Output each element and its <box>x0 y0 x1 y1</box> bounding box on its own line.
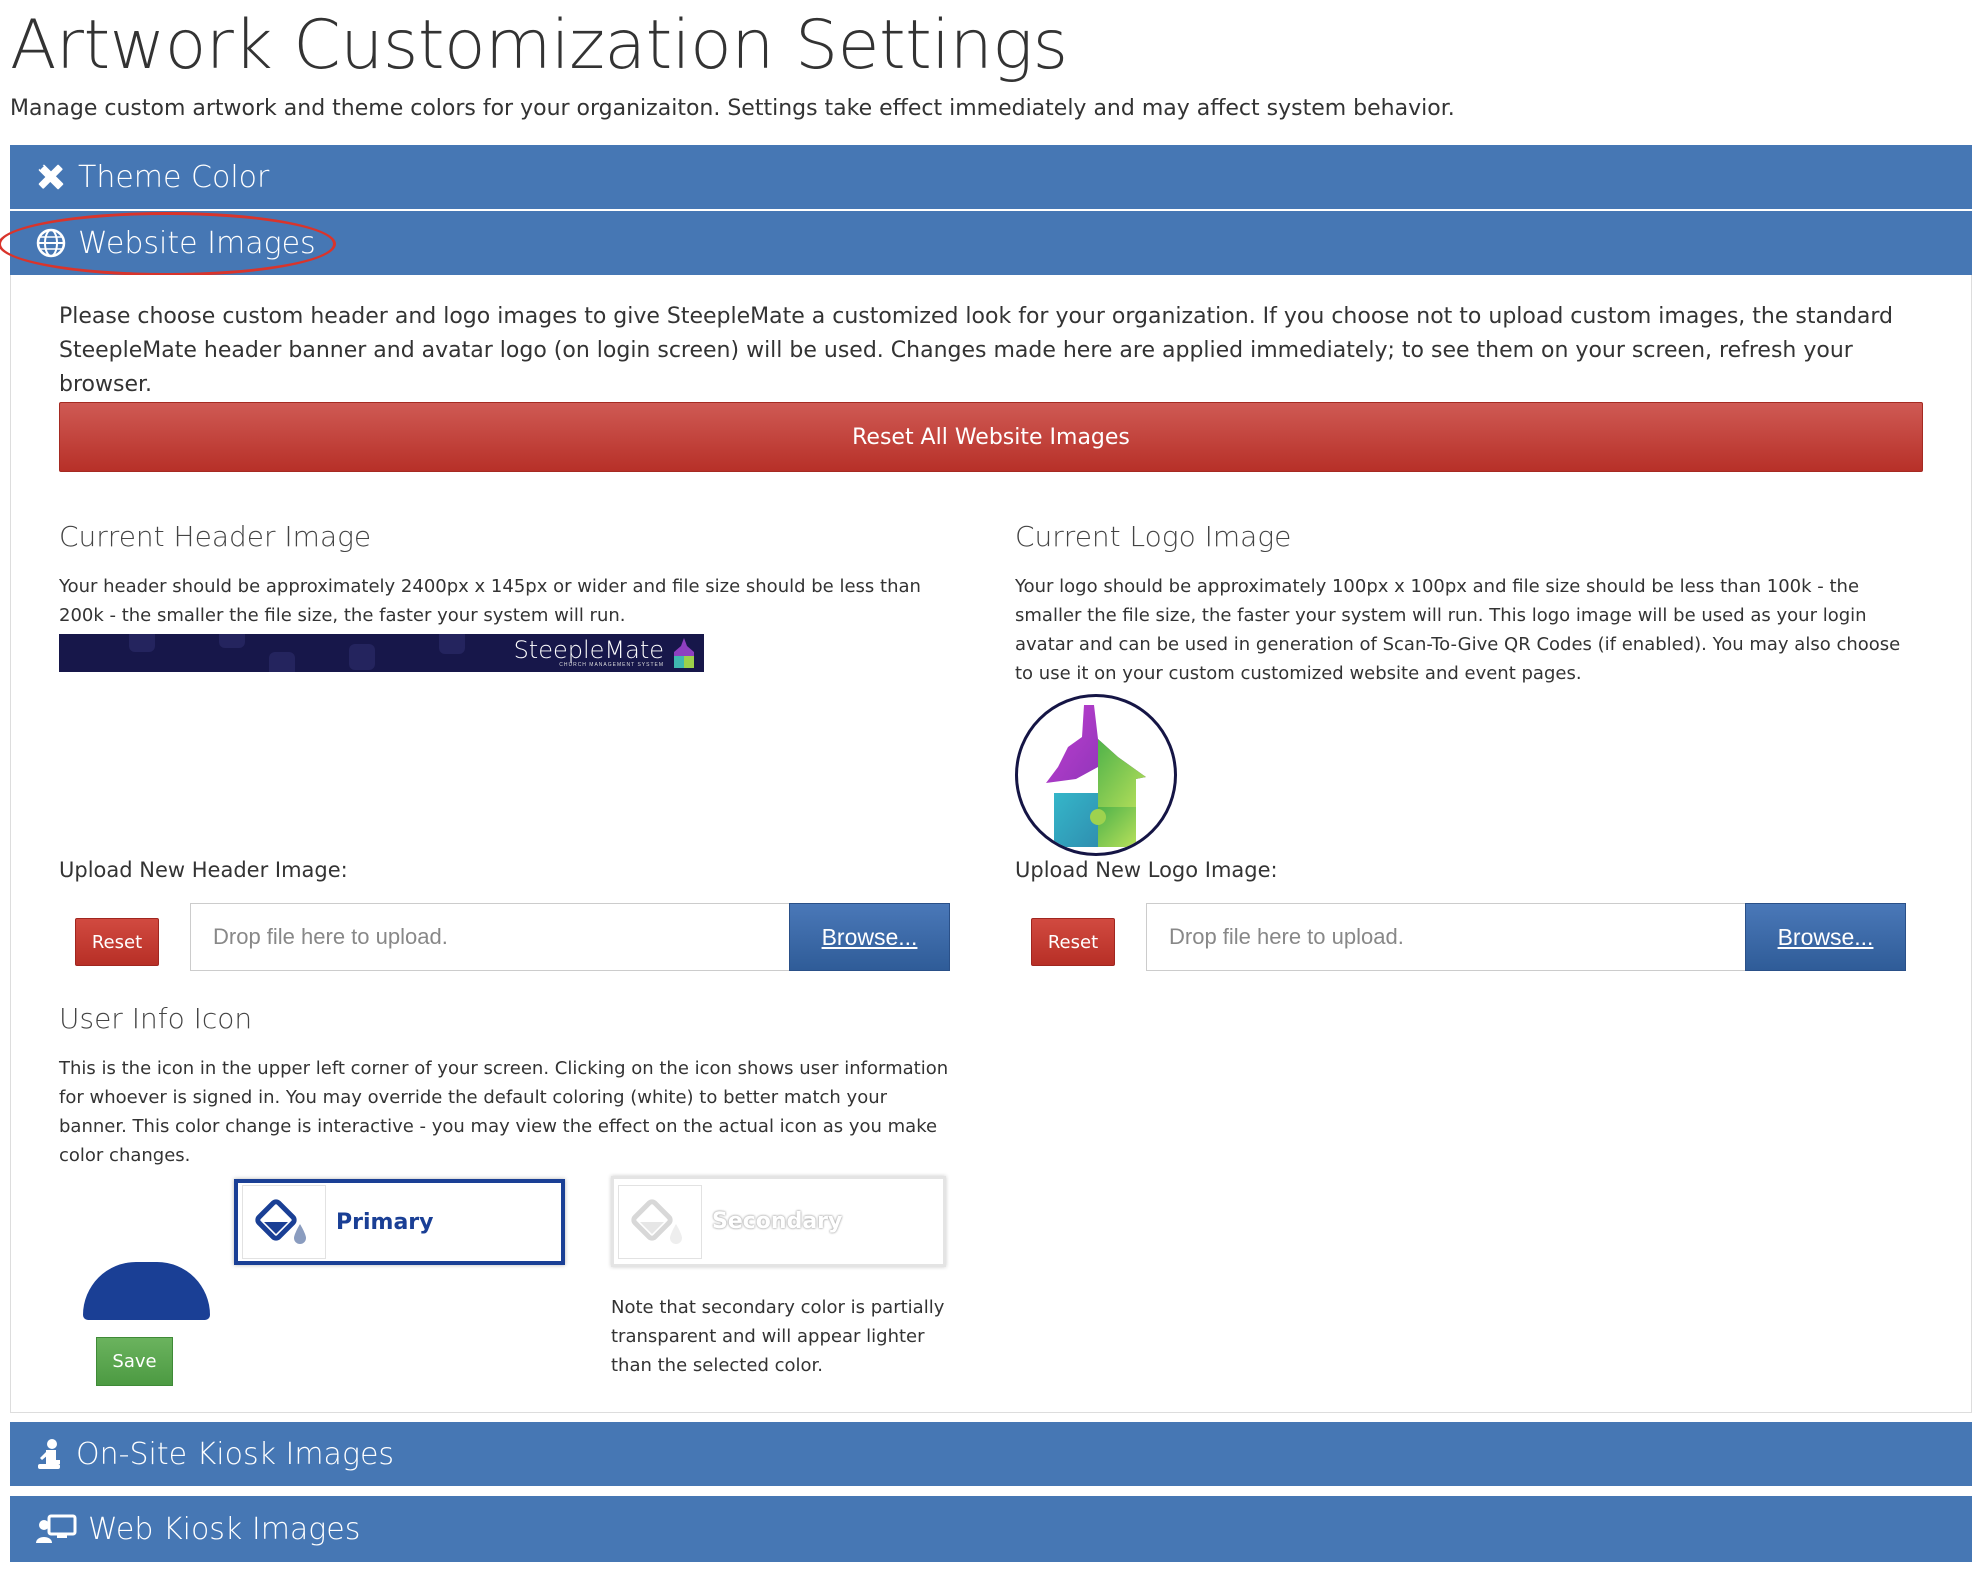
panel-header-web-kiosk-images[interactable]: Web Kiosk Images <box>10 1496 1972 1562</box>
reset-header-button[interactable]: Reset <box>75 918 159 966</box>
logo-browse-button[interactable]: Browse... <box>1745 903 1906 971</box>
upload-header-label: Upload New Header Image: <box>59 858 348 882</box>
upload-logo-label: Upload New Logo Image: <box>1015 858 1278 882</box>
pencil-ruler-icon <box>34 160 68 194</box>
panel-header-theme-color[interactable]: Theme Color <box>10 145 1972 209</box>
website-images-intro: Please choose custom header and logo ima… <box>59 304 1893 397</box>
reset-logo-button[interactable]: Reset <box>1031 918 1115 966</box>
logo-drop-zone[interactable]: Drop file here to upload. <box>1146 903 1746 971</box>
save-button[interactable]: Save <box>96 1337 173 1386</box>
panel-title-web-kiosk: Web Kiosk Images <box>88 1511 361 1547</box>
header-image-description: Your header should be approximately 2400… <box>59 576 921 626</box>
kneeling-person-icon <box>32 1437 66 1471</box>
secondary-color-swatch[interactable]: Secondary <box>611 1176 946 1267</box>
header-brand-subtext: CHURCH MANAGEMENT SYSTEM <box>559 662 664 668</box>
panel-title-onsite-kiosk: On-Site Kiosk Images <box>76 1436 395 1472</box>
panel-header-onsite-kiosk-images[interactable]: On-Site Kiosk Images <box>10 1422 1972 1486</box>
steeplemate-logo-icon <box>1046 705 1146 847</box>
reset-all-website-images-button[interactable]: Reset All Website Images <box>59 402 1923 472</box>
header-brand-text: SteepleMate <box>513 636 664 664</box>
user-monitor-icon <box>34 1512 78 1546</box>
primary-color-swatch[interactable]: Primary <box>234 1179 565 1265</box>
current-logo-image <box>1015 694 1177 856</box>
secondary-color-note: Note that secondary color is partially t… <box>611 1297 945 1376</box>
logo-image-description: Your logo should be approximately 100px … <box>1015 576 1901 684</box>
page-description: Manage custom artwork and theme colors f… <box>10 96 1455 121</box>
current-header-image: SteepleMate CHURCH MANAGEMENT SYSTEM <box>59 634 704 672</box>
panel-title-theme-color: Theme Color <box>78 159 270 195</box>
header-drop-zone[interactable]: Drop file here to upload. <box>190 903 790 971</box>
page-title: Artwork Customization Settings <box>10 6 1068 85</box>
panel-header-website-images[interactable]: Website Images <box>10 211 1972 275</box>
paint-bucket-icon <box>618 1184 702 1259</box>
paint-bucket-icon <box>242 1185 326 1259</box>
user-info-icon-title: User Info Icon <box>59 1002 253 1035</box>
user-info-icon-description: This is the icon in the upper left corne… <box>59 1058 949 1166</box>
current-header-image-title: Current Header Image <box>59 520 372 553</box>
header-browse-button[interactable]: Browse... <box>789 903 950 971</box>
globe-icon <box>34 226 68 260</box>
current-logo-image-title: Current Logo Image <box>1015 520 1292 553</box>
secondary-swatch-label: Secondary <box>712 1209 843 1234</box>
primary-swatch-label: Primary <box>336 1209 434 1235</box>
steeplemate-logo-icon <box>674 638 694 668</box>
panel-title-website-images: Website Images <box>78 225 316 261</box>
